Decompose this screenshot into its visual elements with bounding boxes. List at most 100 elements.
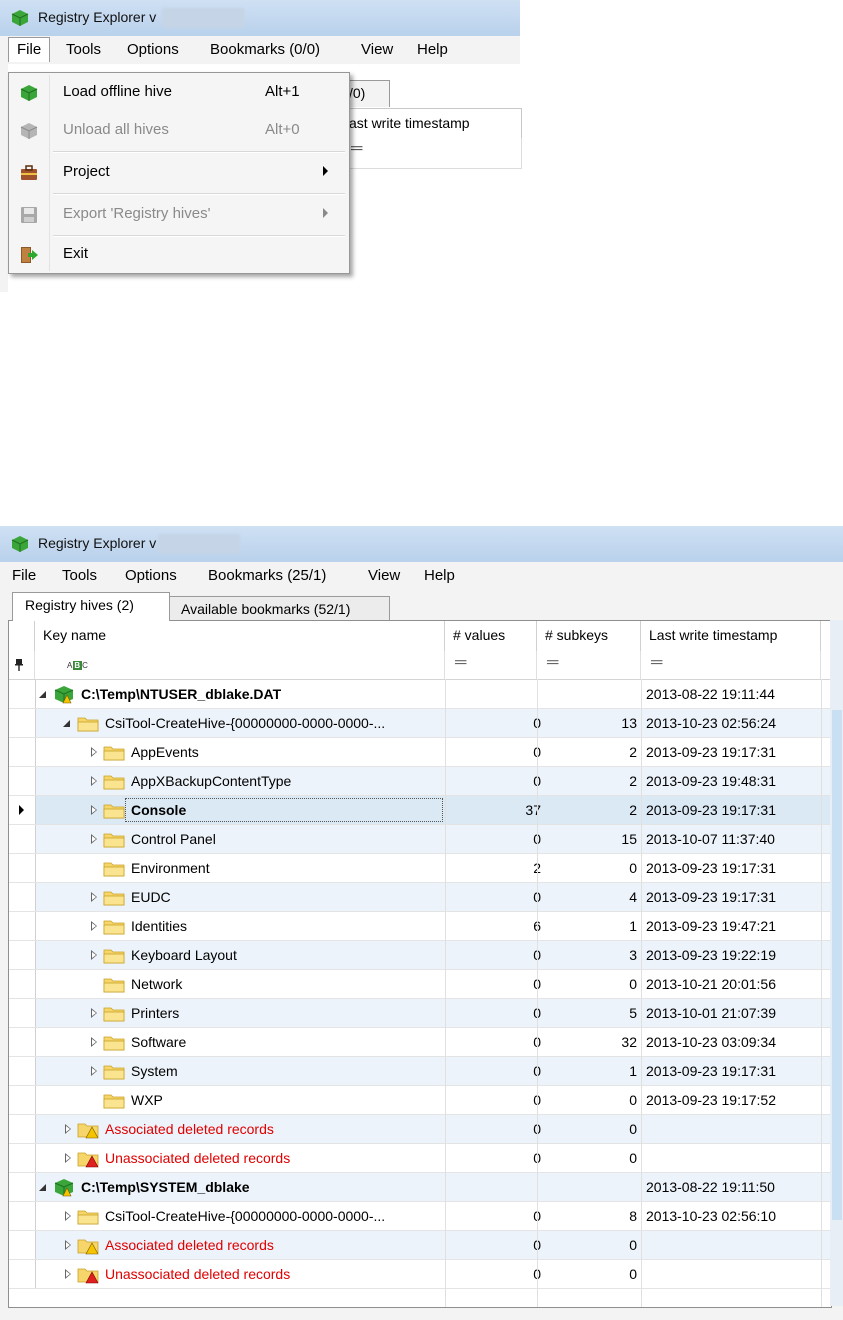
- expand-triangle-icon[interactable]: [65, 1211, 71, 1221]
- menu-options[interactable]: Options: [125, 567, 177, 584]
- expand-triangle-icon[interactable]: [65, 1124, 71, 1134]
- row-header[interactable]: [9, 1173, 36, 1201]
- column-divider: [641, 679, 642, 1307]
- row-header[interactable]: [9, 796, 36, 824]
- menu-bookmarks[interactable]: Bookmarks (0/0): [210, 41, 320, 58]
- tab-available-bookmarks[interactable]: Available bookmarks (52/1): [168, 596, 390, 621]
- expand-triangle-icon[interactable]: [91, 921, 97, 931]
- column-header-subkeys[interactable]: # subkeys: [537, 621, 641, 651]
- filter-key-name[interactable]: ABC: [35, 651, 445, 679]
- column-header-values[interactable]: # values: [445, 621, 537, 651]
- tree-row[interactable]: AppXBackupContentType 0 2 2013-09-23 19:48:…: [9, 767, 831, 796]
- key-name: AppXBackupContentType: [131, 773, 292, 789]
- tree-row[interactable]: Associated deleted records 0 0: [9, 1115, 831, 1144]
- tree-row[interactable]: Network 0 0 2013-10-21 20:01:56: [9, 970, 831, 999]
- tree-row[interactable]: WXP 0 0 2013-09-23 19:17:52: [9, 1086, 831, 1115]
- filter-subkeys[interactable]: ═: [537, 651, 641, 679]
- tree-row[interactable]: CsiTool-CreateHive-{00000000-0000-0000-.…: [9, 1202, 831, 1231]
- row-header[interactable]: [9, 970, 36, 998]
- collapse-triangle-icon[interactable]: [39, 1184, 46, 1191]
- subkeys-count: 0: [629, 1092, 637, 1108]
- tree-row[interactable]: CsiTool-CreateHive-{00000000-0000-0000-.…: [9, 709, 831, 738]
- tree-row[interactable]: Unassociated deleted records 0 0: [9, 1144, 831, 1173]
- row-header[interactable]: [9, 883, 36, 911]
- row-header[interactable]: [9, 912, 36, 940]
- column-header-timestamp-partial[interactable]: ast write timestamp: [340, 108, 522, 140]
- menu-item-project[interactable]: Project: [9, 155, 349, 191]
- tree-row[interactable]: C:\Temp\SYSTEM_dblake 2013-08-22 19:11:50: [9, 1173, 831, 1202]
- tree-row[interactable]: EUDC 0 4 2013-09-23 19:17:31: [9, 883, 831, 912]
- expand-triangle-icon[interactable]: [91, 747, 97, 757]
- column-header-key-name[interactable]: Key name: [35, 621, 445, 651]
- expand-triangle-icon[interactable]: [65, 1269, 71, 1279]
- row-header[interactable]: [9, 1260, 36, 1288]
- row-header[interactable]: [9, 1115, 36, 1143]
- expand-triangle-icon[interactable]: [65, 1153, 71, 1163]
- tree-row[interactable]: Control Panel 0 15 2013-10-07 11:37:40: [9, 825, 831, 854]
- menu-tools[interactable]: Tools: [66, 41, 101, 58]
- subkeys-count: 3: [629, 947, 637, 963]
- expand-triangle-icon[interactable]: [91, 892, 97, 902]
- expand-triangle-icon[interactable]: [91, 1066, 97, 1076]
- tree-row[interactable]: AppEvents 0 2 2013-09-23 19:17:31: [9, 738, 831, 767]
- row-header[interactable]: [9, 680, 36, 708]
- filter-timestamp[interactable]: ═: [641, 651, 821, 679]
- menu-item-export-registry-hives[interactable]: Export 'Registry hives': [9, 197, 349, 233]
- menu-view[interactable]: View: [361, 41, 393, 58]
- menu-item-unload-all-hives[interactable]: Unload all hives Alt+0: [9, 113, 349, 149]
- collapse-triangle-icon[interactable]: [63, 720, 70, 727]
- row-header[interactable]: [9, 941, 36, 969]
- expand-triangle-icon[interactable]: [91, 776, 97, 786]
- row-header[interactable]: [9, 709, 36, 737]
- row-header[interactable]: [9, 1231, 36, 1259]
- tree-row[interactable]: Software 0 32 2013-10-23 03:09:34: [9, 1028, 831, 1057]
- tree-row[interactable]: Unassociated deleted records 0 0: [9, 1260, 831, 1289]
- collapse-triangle-icon[interactable]: [39, 691, 46, 698]
- text-filter-abc-icon[interactable]: ABC: [67, 661, 89, 670]
- tab-registry-hives[interactable]: Registry hives (2): [12, 592, 170, 621]
- menu-help[interactable]: Help: [424, 567, 455, 584]
- subkeys-count: 0: [629, 1121, 637, 1137]
- expand-triangle-icon[interactable]: [91, 834, 97, 844]
- tree-row[interactable]: System 0 1 2013-09-23 19:17:31: [9, 1057, 831, 1086]
- row-header[interactable]: [9, 767, 36, 795]
- expand-triangle-icon[interactable]: [91, 1008, 97, 1018]
- tree-row[interactable]: Environment 2 0 2013-09-23 19:17:31: [9, 854, 831, 883]
- menu-tools[interactable]: Tools: [62, 567, 97, 584]
- menu-options[interactable]: Options: [127, 41, 179, 58]
- expand-triangle-icon[interactable]: [65, 1240, 71, 1250]
- pin-icon[interactable]: [15, 659, 23, 671]
- registry-tree-grid[interactable]: Key name # values # subkeys Last write t…: [8, 620, 832, 1308]
- expand-triangle-icon[interactable]: [91, 1037, 97, 1047]
- row-header[interactable]: [9, 825, 36, 853]
- tree-row[interactable]: Associated deleted records 0 0: [9, 1231, 831, 1260]
- filter-row-partial[interactable]: ═: [340, 138, 522, 169]
- menu-item-load-offline-hive[interactable]: Load offline hive Alt+1: [9, 75, 349, 111]
- row-header[interactable]: [9, 854, 36, 882]
- tree-row[interactable]: Printers 0 5 2013-10-01 21:07:39: [9, 999, 831, 1028]
- column-header-timestamp[interactable]: Last write timestamp: [641, 621, 821, 651]
- values-count: 2: [445, 860, 541, 876]
- expand-triangle-icon[interactable]: [91, 805, 97, 815]
- menu-separator: [53, 151, 345, 153]
- row-header[interactable]: [9, 1057, 36, 1085]
- values-count: 0: [445, 1266, 541, 1282]
- row-header[interactable]: [9, 738, 36, 766]
- menu-bookmarks[interactable]: Bookmarks (25/1): [208, 567, 326, 584]
- row-header[interactable]: [9, 1202, 36, 1230]
- row-header[interactable]: [9, 1028, 36, 1056]
- menu-file[interactable]: File: [12, 567, 36, 584]
- tree-row[interactable]: Console 37 2 2013-09-23 19:17:31: [9, 796, 831, 825]
- row-header[interactable]: [9, 1086, 36, 1114]
- menu-view[interactable]: View: [368, 567, 400, 584]
- tree-row[interactable]: Keyboard Layout 0 3 2013-09-23 19:22:19: [9, 941, 831, 970]
- filter-values[interactable]: ═: [445, 651, 537, 679]
- menu-item-exit[interactable]: Exit: [9, 237, 349, 273]
- tree-row[interactable]: C:\Temp\NTUSER_dblake.DAT 2013-08-22 19:1…: [9, 680, 831, 709]
- row-header[interactable]: [9, 1144, 36, 1172]
- menu-file[interactable]: File: [8, 37, 51, 62]
- expand-triangle-icon[interactable]: [91, 950, 97, 960]
- tree-row[interactable]: Identities 6 1 2013-09-23 19:47:21: [9, 912, 831, 941]
- menu-help[interactable]: Help: [417, 41, 448, 58]
- row-header[interactable]: [9, 999, 36, 1027]
